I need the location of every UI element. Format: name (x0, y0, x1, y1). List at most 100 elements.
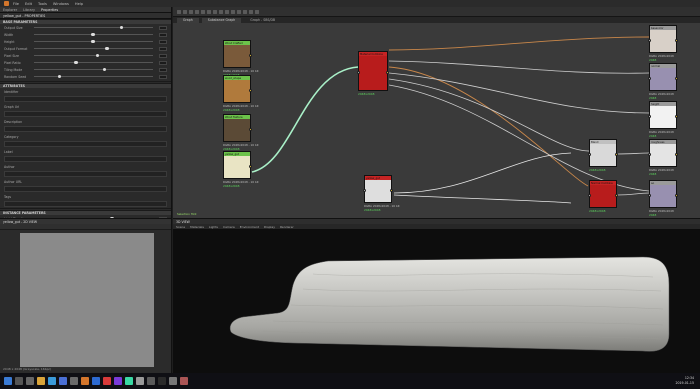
node-input-port[interactable] (588, 152, 591, 156)
view3d-menu-item[interactable]: Display (264, 225, 275, 229)
view3d-menu-item[interactable]: Renderer (280, 225, 294, 229)
graph-tool-button[interactable] (201, 9, 205, 14)
node-input-port[interactable] (363, 188, 366, 192)
graph-tool-button[interactable] (243, 9, 247, 14)
graph-node[interactable]: roughness (648, 139, 678, 167)
node-output-port[interactable] (615, 193, 618, 197)
node-output-port[interactable] (390, 188, 393, 192)
calc-icon[interactable] (136, 377, 144, 385)
tab-properties[interactable]: Properties (41, 8, 58, 12)
node-output-port[interactable] (615, 152, 618, 156)
tab-library[interactable]: Library (23, 8, 35, 12)
graph-tool-button[interactable] (177, 9, 181, 14)
graph-node[interactable]: Normal Combine (588, 180, 618, 208)
task-view-icon[interactable] (26, 377, 34, 385)
view3d-menu-item[interactable]: Scene (176, 225, 185, 229)
attribute-field[interactable] (4, 171, 167, 177)
graph-node[interactable]: ao (648, 180, 678, 208)
file-icon[interactable] (169, 377, 177, 385)
store-icon[interactable] (70, 377, 78, 385)
node-output-port[interactable] (675, 38, 678, 42)
attribute-field[interactable] (4, 201, 167, 207)
node-output-port[interactable] (675, 114, 678, 118)
folder-icon[interactable] (37, 377, 45, 385)
node-output-port[interactable] (249, 53, 252, 57)
tab-graph[interactable]: Graph (177, 17, 199, 23)
graph-tool-button[interactable] (195, 9, 199, 14)
property-value-field[interactable] (159, 74, 167, 79)
tab-explorer[interactable]: Explorer (3, 8, 17, 12)
node-input-port[interactable] (357, 70, 360, 74)
property-value-field[interactable] (159, 39, 167, 44)
graph-tool-button[interactable] (225, 9, 229, 14)
graph-tool-button[interactable] (237, 9, 241, 14)
app-icon[interactable] (180, 377, 188, 385)
graph-tool-button[interactable] (183, 9, 187, 14)
tab-substance-graph[interactable]: Substance Graph (201, 17, 242, 23)
node-input-port[interactable] (648, 114, 651, 118)
node-output-port[interactable] (249, 88, 252, 92)
search-icon[interactable] (15, 377, 23, 385)
settings-icon[interactable] (147, 377, 155, 385)
attribute-field[interactable] (4, 186, 167, 192)
browser-icon[interactable] (48, 377, 56, 385)
graph-tool-button[interactable] (231, 9, 235, 14)
property-slider[interactable] (34, 60, 153, 65)
menu-file[interactable]: File (13, 2, 19, 6)
node-input-port[interactable] (648, 38, 651, 42)
property-slider[interactable] (34, 74, 153, 79)
property-slider[interactable] (34, 53, 153, 58)
graph-node[interactable]: Blend (588, 139, 618, 167)
slider-knob[interactable] (57, 74, 62, 79)
property-slider[interactable] (34, 25, 153, 30)
graph-node[interactable]: Material Combine (357, 51, 389, 91)
slider-knob[interactable] (105, 46, 109, 51)
graph-node[interactable]: Wood Texture (223, 114, 252, 142)
graph-node[interactable]: yellow_gut (363, 175, 393, 203)
property-slider[interactable] (34, 32, 153, 37)
slider-knob[interactable] (91, 39, 95, 44)
notes-icon[interactable] (125, 377, 133, 385)
node-output-port[interactable] (249, 164, 252, 168)
slider-knob[interactable] (95, 53, 100, 58)
graph-node[interactable]: yellow_gut (223, 151, 252, 179)
terminal-icon[interactable] (158, 377, 166, 385)
slider-knob[interactable] (103, 67, 107, 72)
graph-node[interactable]: Wood Crafted (223, 40, 252, 68)
node-output-port[interactable] (675, 193, 678, 197)
menu-tools[interactable]: Tools (38, 2, 47, 6)
property-value-field[interactable] (159, 67, 167, 72)
attribute-field[interactable] (4, 111, 167, 117)
property-value-field[interactable] (159, 25, 167, 30)
menu-edit[interactable]: Edit (25, 2, 32, 6)
attribute-field[interactable] (4, 141, 167, 147)
property-slider[interactable] (34, 46, 153, 51)
menu-help[interactable]: Help (75, 2, 83, 6)
graph-tool-button[interactable] (255, 9, 259, 14)
graph-tool-button[interactable] (249, 9, 253, 14)
mail-icon[interactable] (59, 377, 67, 385)
attribute-field[interactable] (4, 156, 167, 162)
substance-icon[interactable] (81, 377, 89, 385)
property-value-field[interactable] (159, 32, 167, 37)
property-value-field[interactable] (159, 46, 167, 51)
3d-viewport[interactable] (173, 229, 700, 374)
texture-preview[interactable] (20, 233, 154, 367)
graph-tool-button[interactable] (189, 9, 193, 14)
slider-knob[interactable] (91, 32, 95, 37)
graph-node[interactable]: basecolor (648, 25, 678, 53)
start-icon[interactable] (4, 377, 12, 385)
node-output-port[interactable] (249, 127, 252, 131)
node-output-port[interactable] (386, 70, 389, 74)
view3d-menu-item[interactable]: Environment (240, 225, 259, 229)
slider-knob[interactable] (119, 25, 124, 30)
node-input-port[interactable] (648, 152, 651, 156)
graph-node[interactable]: wood_shape (223, 75, 252, 103)
graph-tool-button[interactable] (213, 9, 217, 14)
node-input-port[interactable] (648, 193, 651, 197)
media-icon[interactable] (114, 377, 122, 385)
slider-knob[interactable] (74, 60, 78, 65)
view3d-menu-item[interactable]: Camera (223, 225, 235, 229)
photoshop-icon[interactable] (92, 377, 100, 385)
attribute-field[interactable] (4, 96, 167, 102)
